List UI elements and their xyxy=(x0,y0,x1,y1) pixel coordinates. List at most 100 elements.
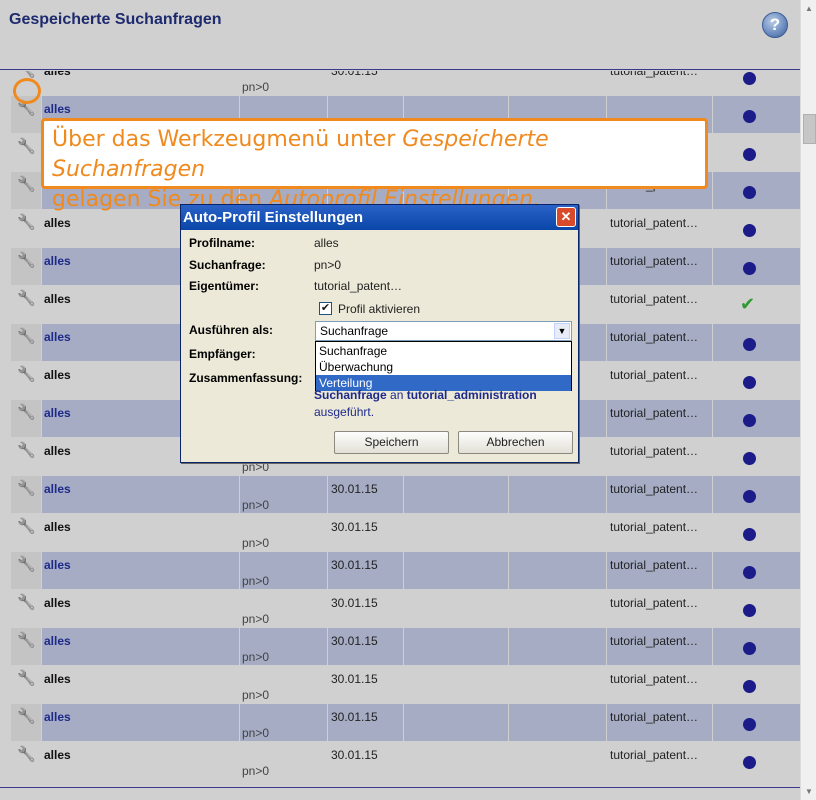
ausfuehren-select[interactable]: Suchanfrage ▼ xyxy=(315,321,572,341)
wrench-icon[interactable]: 🔧 xyxy=(17,479,36,497)
row-tool-cell[interactable]: 🔧 xyxy=(11,590,41,627)
owner-text: tutorial_patent… xyxy=(610,634,699,648)
dialog-titlebar[interactable]: Auto-Profil Einstellungen ✕ xyxy=(181,205,578,230)
row-tool-cell[interactable]: 🔧 xyxy=(11,210,41,247)
row-tool-cell[interactable]: 🔧 xyxy=(11,552,41,589)
empty-cell xyxy=(509,552,606,589)
dot-icon xyxy=(743,262,756,275)
dot-icon xyxy=(743,756,756,769)
owner-cell: tutorial_patent… xyxy=(607,514,712,551)
close-icon[interactable]: ✕ xyxy=(556,207,576,227)
wrench-icon[interactable]: 🔧 xyxy=(17,593,36,611)
query-text: pn>0 xyxy=(242,726,270,740)
name-text: alles xyxy=(44,444,71,458)
owner-text: tutorial_patent… xyxy=(610,216,699,230)
auto-profile-dialog: Auto-Profil Einstellungen ✕ Profilname: … xyxy=(180,204,579,463)
owner-cell: tutorial_patent… xyxy=(607,704,712,741)
save-button[interactable]: Speichern xyxy=(334,431,449,454)
wrench-icon[interactable]: 🔧 xyxy=(17,669,36,687)
owner-text: tutorial_patent… xyxy=(610,482,699,496)
row-tool-cell[interactable]: 🔧 xyxy=(11,666,41,703)
wrench-icon[interactable]: 🔧 xyxy=(17,707,36,725)
row-tool-cell[interactable]: 🔧 xyxy=(11,400,41,437)
summary-text: Suchanfrage an tutorial_administration a… xyxy=(314,387,574,421)
row-tool-cell[interactable]: 🔧 xyxy=(11,286,41,323)
chevron-down-icon[interactable]: ▼ xyxy=(554,323,570,339)
owner-text: tutorial_patent… xyxy=(610,330,699,344)
owner-cell: tutorial_patent… xyxy=(607,476,712,513)
option-suchanfrage[interactable]: Suchanfrage xyxy=(316,343,571,359)
status-cell xyxy=(713,96,800,133)
date-text: 30.01.15 xyxy=(331,558,378,572)
date-cell: 30.01.15 xyxy=(328,476,403,513)
row-tool-cell[interactable]: 🔧 xyxy=(11,324,41,361)
row-tool-cell[interactable]: 🔧 xyxy=(11,628,41,665)
wrench-icon[interactable]: 🔧 xyxy=(17,289,36,307)
table-row[interactable]: 🔧allespn>030.01.15tutorial_patent… xyxy=(0,71,800,96)
wrench-icon[interactable]: 🔧 xyxy=(17,631,36,649)
date-text: 30.01.15 xyxy=(331,596,378,610)
wrench-icon[interactable]: 🔧 xyxy=(17,137,36,155)
profil-aktivieren-checkbox[interactable]: ✔ xyxy=(319,302,332,315)
wrench-icon[interactable]: 🔧 xyxy=(17,745,36,763)
check-icon: ✔ xyxy=(740,294,756,314)
help-icon[interactable]: ? xyxy=(762,12,788,38)
owner-text: tutorial_patent… xyxy=(610,710,699,724)
table-row[interactable]: 🔧allespn>030.01.15tutorial_patent… xyxy=(0,628,800,666)
row-tool-cell[interactable]: 🔧 xyxy=(11,514,41,551)
status-cell xyxy=(713,742,800,779)
wrench-icon[interactable]: 🔧 xyxy=(17,251,36,269)
name-text: alles xyxy=(44,254,71,268)
vertical-scrollbar[interactable]: ▲ ▼ xyxy=(800,0,816,800)
row-tool-cell[interactable]: 🔧 xyxy=(11,742,41,779)
name-cell: alles xyxy=(42,704,239,741)
wrench-icon[interactable]: 🔧 xyxy=(17,365,36,383)
wrench-icon[interactable]: 🔧 xyxy=(17,517,36,535)
row-tool-cell[interactable]: 🔧 xyxy=(11,704,41,741)
name-cell: alles xyxy=(42,71,239,95)
dot-icon xyxy=(743,148,756,161)
status-cell xyxy=(713,71,800,95)
option-ueberwachung[interactable]: Überwachung xyxy=(316,359,571,375)
status-cell xyxy=(713,552,800,589)
row-tool-cell[interactable]: 🔧 xyxy=(11,476,41,513)
eigentuemer-label: Eigentümer: xyxy=(189,279,260,293)
empty-cell xyxy=(509,590,606,627)
dot-icon xyxy=(743,642,756,655)
table-row[interactable]: 🔧allespn>030.01.15tutorial_patent… xyxy=(0,742,800,780)
table-row[interactable]: 🔧allespn>030.01.15tutorial_patent… xyxy=(0,552,800,590)
dot-icon xyxy=(743,604,756,617)
wrench-icon[interactable]: 🔧 xyxy=(17,175,36,193)
scroll-thumb[interactable] xyxy=(803,114,816,144)
wrench-icon[interactable]: 🔧 xyxy=(17,441,36,459)
table-row[interactable]: 🔧allespn>030.01.15tutorial_patent… xyxy=(0,590,800,628)
table-row[interactable]: 🔧allespn>030.01.15tutorial_patent… xyxy=(0,704,800,742)
wrench-icon[interactable]: 🔧 xyxy=(17,327,36,345)
owner-cell: tutorial_patent… xyxy=(607,666,712,703)
empty-cell xyxy=(404,704,508,741)
status-cell xyxy=(713,172,800,209)
name-text: alles xyxy=(44,482,71,496)
select-current-value: Suchanfrage xyxy=(320,324,389,338)
row-tool-cell[interactable]: 🔧 xyxy=(11,362,41,399)
name-cell: alles xyxy=(42,590,239,627)
row-tool-cell[interactable]: 🔧 xyxy=(11,438,41,475)
row-tool-cell[interactable]: 🔧 xyxy=(11,248,41,285)
scroll-down-arrow-icon[interactable]: ▼ xyxy=(801,783,816,800)
scroll-up-arrow-icon[interactable]: ▲ xyxy=(801,0,816,17)
status-cell xyxy=(713,400,800,437)
table-row[interactable]: 🔧allespn>030.01.15tutorial_patent… xyxy=(0,666,800,704)
cancel-button[interactable]: Abbrechen xyxy=(458,431,573,454)
owner-text: tutorial_patent… xyxy=(610,444,699,458)
row-tool-cell[interactable]: 🔧 xyxy=(11,134,41,171)
row-tool-cell[interactable]: 🔧 xyxy=(11,172,41,209)
empty-cell xyxy=(404,666,508,703)
table-row[interactable]: 🔧allespn>030.01.15tutorial_patent… xyxy=(0,476,800,514)
wrench-icon[interactable]: 🔧 xyxy=(17,403,36,421)
table-row[interactable]: 🔧allespn>030.01.15tutorial_patent… xyxy=(0,514,800,552)
wrench-icon[interactable]: 🔧 xyxy=(17,213,36,231)
wrench-icon[interactable]: 🔧 xyxy=(17,555,36,573)
date-text: 30.01.15 xyxy=(331,520,378,534)
summary-bold-query: Suchanfrage xyxy=(314,388,387,402)
dialog-title: Auto-Profil Einstellungen xyxy=(183,209,363,226)
